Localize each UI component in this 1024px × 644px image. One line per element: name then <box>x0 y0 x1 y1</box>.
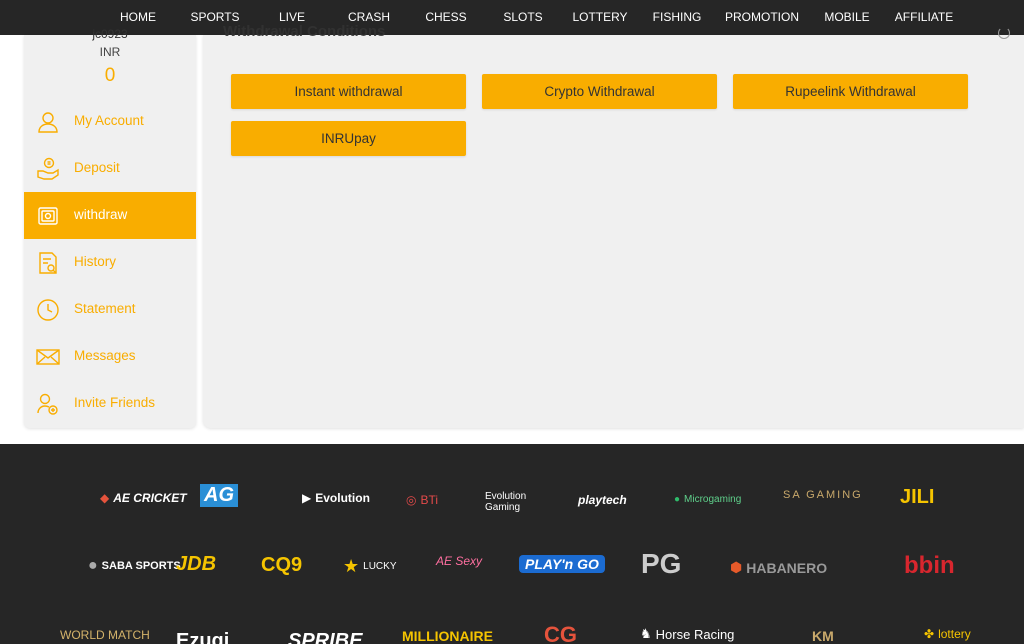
sidebar-item-label: Messages <box>74 348 136 363</box>
nav-live[interactable]: LIVE <box>279 10 305 24</box>
logo-horse-racing: ♞ Horse Racing <box>640 626 735 642</box>
logo-spribe: SPRIBE <box>288 630 363 644</box>
instant-withdrawal-button[interactable]: Instant withdrawal <box>231 74 466 109</box>
star-icon: ★ <box>343 556 360 576</box>
logo-sa-gaming: SA GAMING <box>783 489 863 501</box>
nav-chess[interactable]: CHESS <box>425 10 466 24</box>
logo-jdb: JDB <box>176 553 217 575</box>
sidebar-item-deposit[interactable]: Deposit <box>24 145 196 192</box>
sidebar-item-messages[interactable]: Messages <box>24 333 196 380</box>
nav-mobile[interactable]: MOBILE <box>824 10 869 24</box>
deposit-icon <box>37 157 59 180</box>
logo-millionaire: MILLIONAIRE <box>402 628 493 644</box>
sidebar-item-label: withdraw <box>74 207 128 222</box>
rupeelink-withdrawal-button[interactable]: Rupeelink Withdrawal <box>733 74 968 109</box>
logo-ae-cricket: ◆ AE CRICKET <box>100 491 187 505</box>
provider-logos-footer: ◆ AE CRICKET AG ▶ Evolution ◎ BTi Evolut… <box>0 444 1024 644</box>
withdraw-icon <box>38 207 58 225</box>
nav-crash[interactable]: CRASH <box>348 10 390 24</box>
logo-microgaming: ● Microgaming <box>674 494 742 505</box>
history-icon <box>39 252 57 274</box>
logo-playtech: playtech <box>578 493 627 507</box>
inrupay-button[interactable]: INRUpay <box>231 121 466 156</box>
logo-cg: CG <box>544 622 577 644</box>
logo-saba-sports: ● SABA SPORTS <box>88 557 181 574</box>
circle-icon: ◎ <box>406 493 417 507</box>
account-sidebar: jc0923 INR 0 My Account Deposit withdraw… <box>24 27 196 428</box>
user-icon <box>38 112 58 133</box>
clock-icon <box>37 299 59 321</box>
logo-km: KM <box>812 628 834 644</box>
nav-affiliate[interactable]: AFFILIATE <box>895 10 953 24</box>
sidebar-item-label: Invite Friends <box>74 395 156 410</box>
logo-ezugi: Ezugi <box>176 630 230 644</box>
logo-playngo: PLAY'n GO <box>519 555 605 573</box>
balance-value: 0 <box>104 65 116 86</box>
logo-ae-sexy: AE Sexy <box>436 554 483 568</box>
nav-home[interactable]: HOME <box>120 10 156 24</box>
nav-lottery[interactable]: LOTTERY <box>572 10 627 24</box>
logo-cq9: CQ9 <box>261 554 303 576</box>
content-area: jc0923 INR 0 My Account Deposit withdraw… <box>0 23 1024 444</box>
horse-icon: ♞ <box>640 626 652 641</box>
sidebar-item-history[interactable]: History <box>24 239 196 286</box>
ball-icon: ● <box>88 557 98 574</box>
nav-fishing[interactable]: FISHING <box>653 10 702 24</box>
logo-lucky: ★ LUCKY <box>343 556 397 576</box>
withdraw-panel: Withdrawal Conditions Instant withdrawal… <box>203 23 1024 428</box>
sidebar-item-withdraw[interactable]: withdraw <box>24 192 196 239</box>
logo-pg: PG <box>641 548 682 579</box>
nav-sports[interactable]: SPORTS <box>190 10 239 24</box>
flame-icon: ◆ <box>100 491 110 505</box>
crypto-withdrawal-button[interactable]: Crypto Withdrawal <box>482 74 717 109</box>
currency-label: INR <box>99 45 121 59</box>
username: jc0923 <box>92 27 128 41</box>
logo-habanero: ⬢ HABANERO <box>730 559 828 576</box>
triangle-icon: ▶ <box>302 491 312 505</box>
mail-icon <box>36 349 60 365</box>
sidebar-item-label: Statement <box>74 301 136 316</box>
hexagon-icon: ⬢ <box>730 559 743 575</box>
sidebar-item-invite-friends[interactable]: Invite Friends <box>24 380 196 427</box>
nav-slots[interactable]: SLOTS <box>503 10 542 24</box>
logo-bbin: bbin <box>904 552 955 579</box>
clover-icon: ✤ <box>924 627 935 641</box>
logo-jili: JILI <box>900 486 935 508</box>
refresh-icon[interactable] <box>998 27 1010 39</box>
sidebar-item-my-account[interactable]: My Account <box>24 98 196 145</box>
invite-icon <box>37 393 58 415</box>
logo-ag: AG <box>200 484 238 507</box>
logo-world-match: WORLD MATCH <box>60 628 150 642</box>
logo-lottery: ✤ lottery <box>924 627 971 641</box>
panel-title: Withdrawal Conditions <box>223 23 386 40</box>
sidebar-item-label: History <box>74 254 117 269</box>
logo-bti: ◎ BTi <box>406 493 439 507</box>
logo-evolution: ▶ Evolution <box>302 491 370 505</box>
sidebar-item-statement[interactable]: Statement <box>24 286 196 333</box>
nav-promotion[interactable]: PROMOTION <box>725 10 799 24</box>
sidebar-item-label: Deposit <box>74 160 120 175</box>
logo-evolution-gaming: Evolution Gaming <box>485 491 527 513</box>
sidebar-item-label: My Account <box>74 113 144 128</box>
m-icon: ● <box>674 494 681 505</box>
